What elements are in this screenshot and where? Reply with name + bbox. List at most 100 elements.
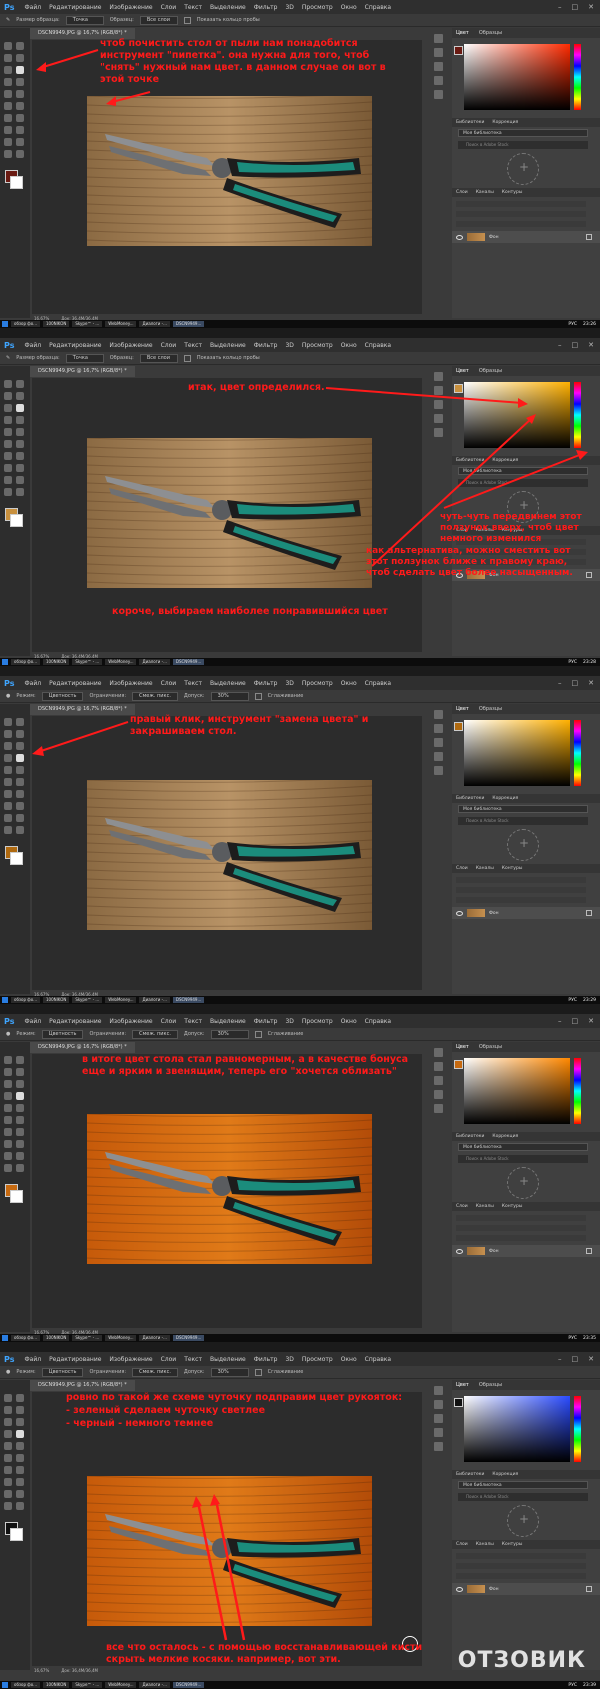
minimize-icon[interactable]: – [558,3,562,11]
menu-file[interactable]: Файл [24,342,41,349]
menu-text[interactable]: Текст [184,1356,202,1363]
lasso-tool-icon[interactable] [4,1068,12,1076]
menu-file[interactable]: Файл [24,1356,41,1363]
tab-adjustments[interactable]: Коррекция [492,796,518,801]
add-library-icon[interactable] [507,1167,539,1199]
document-tab[interactable]: DSCN9949.JPG @ 16,7% (RGB/8*) * [30,366,135,377]
shape-tool-icon[interactable] [16,138,24,146]
smoothing-checkbox[interactable] [254,692,262,700]
tab-color[interactable]: Цвет [456,706,469,712]
hue-slider[interactable] [574,44,581,110]
menu-edit[interactable]: Редактирование [49,342,101,349]
close-icon[interactable]: ✕ [588,1355,594,1363]
task-item-nikon[interactable]: 100NIKON [42,321,70,327]
menu-view[interactable]: Просмотр [302,342,333,349]
layer-row[interactable]: Фон [452,1245,600,1257]
minimize-icon[interactable]: – [558,679,562,687]
task-item-dialogs[interactable]: Диалоги -... [139,659,170,665]
blur-tool-icon[interactable] [4,790,12,798]
blur-tool-icon[interactable] [4,1128,12,1136]
hue-slider[interactable] [574,1058,581,1124]
task-item-webmoney[interactable]: WebMoney... [105,1682,137,1688]
library-search-input[interactable]: Поиск в Adobe Stock [458,141,588,149]
menu-text[interactable]: Текст [184,4,202,11]
task-item-webmoney[interactable]: WebMoney... [105,1335,137,1341]
maximize-icon[interactable]: □ [572,341,579,349]
start-icon[interactable] [2,1335,8,1341]
task-item-photoshop[interactable]: DSCN9949... [172,321,205,327]
healing-brush-tool-icon[interactable] [4,1092,12,1100]
brush-preset-icon[interactable]: ● [6,1369,10,1375]
lasso-tool-icon[interactable] [4,730,12,738]
color-picker-field[interactable] [464,44,570,110]
sample-select[interactable]: Все слои [139,15,178,25]
minimize-icon[interactable]: – [558,1017,562,1025]
close-icon[interactable]: ✕ [588,3,594,11]
task-item-explorer[interactable]: обзор фо... [11,321,40,327]
path-select-tool-icon[interactable] [4,476,12,484]
tab-swatches[interactable]: Образцы [479,30,502,36]
start-icon[interactable] [2,997,8,1003]
maximize-icon[interactable]: □ [572,1017,579,1025]
menu-3d[interactable]: 3D [285,4,293,11]
layer-row[interactable]: Фон [452,907,600,919]
blend-mode-bar[interactable] [456,1225,586,1231]
eraser-tool-icon[interactable] [4,440,12,448]
brush-settings-icon[interactable] [434,90,443,99]
menu-filter[interactable]: Фильтр [254,1356,278,1363]
stamp-tool-icon[interactable] [4,90,12,98]
hue-slider[interactable] [574,720,581,786]
library-select[interactable]: Моя библиотека [458,467,588,475]
task-item-photoshop[interactable]: DSCN9949... [172,659,205,665]
lock-bar[interactable] [456,1235,586,1241]
menu-help[interactable]: Справка [365,342,391,349]
history-icon[interactable] [434,34,443,43]
mode-select[interactable]: Цветность [41,691,84,701]
blur-tool-icon[interactable] [4,452,12,460]
limits-select[interactable]: Смеж. пикс. [132,691,178,701]
tab-color[interactable]: Цвет [456,1044,469,1050]
menu-image[interactable]: Изображение [109,1356,152,1363]
brush-preset-icon[interactable]: ● [6,693,10,699]
history-icon[interactable] [434,372,443,381]
stamp-tool-icon[interactable] [4,1442,12,1450]
background-color-swatch[interactable] [10,1528,23,1541]
layer-filter-bar[interactable] [456,1215,586,1221]
close-icon[interactable]: ✕ [588,341,594,349]
maximize-icon[interactable]: □ [572,1355,579,1363]
task-item-skype[interactable]: Skype™ - ... [72,1682,103,1688]
menu-3d[interactable]: 3D [285,680,293,687]
blend-mode-bar[interactable] [456,211,586,217]
menu-select[interactable]: Выделение [210,342,246,349]
eye-icon[interactable] [456,234,463,240]
tab-libraries[interactable]: Библиотеки [456,120,484,125]
type-tool-icon[interactable] [16,1478,24,1486]
background-color-swatch[interactable] [10,176,23,189]
hue-slider[interactable] [574,1396,581,1462]
crop-tool-icon[interactable] [4,742,12,750]
hand-tool-icon[interactable] [4,1502,12,1510]
type-tool-icon[interactable] [16,802,24,810]
marquee-tool-icon[interactable] [16,1056,24,1064]
ring-checkbox[interactable] [183,354,191,362]
crop-tool-icon[interactable] [4,1418,12,1426]
magic-wand-tool-icon[interactable] [16,54,24,62]
mode-select[interactable]: Цветность [41,1029,84,1039]
menu-image[interactable]: Изображение [109,680,152,687]
marquee-tool-icon[interactable] [16,1394,24,1402]
blur-tool-icon[interactable] [4,1466,12,1474]
tab-color[interactable]: Цвет [456,1382,469,1388]
menu-window[interactable]: Окно [341,1356,357,1363]
layer-filter-bar[interactable] [456,877,586,883]
eyedropper-tool-icon[interactable] [16,1418,24,1426]
eraser-tool-icon[interactable] [4,102,12,110]
menu-select[interactable]: Выделение [210,1356,246,1363]
library-search-input[interactable]: Поиск в Adobe Stock [458,1155,588,1163]
path-select-tool-icon[interactable] [4,1490,12,1498]
path-select-tool-icon[interactable] [4,138,12,146]
color-panel-fg-swatch[interactable] [454,1398,463,1407]
task-item-explorer[interactable]: обзор фо... [11,1335,40,1341]
zoom-tool-icon[interactable] [16,826,24,834]
tab-adjustments[interactable]: Коррекция [492,1134,518,1139]
background-color-swatch[interactable] [10,1190,23,1203]
